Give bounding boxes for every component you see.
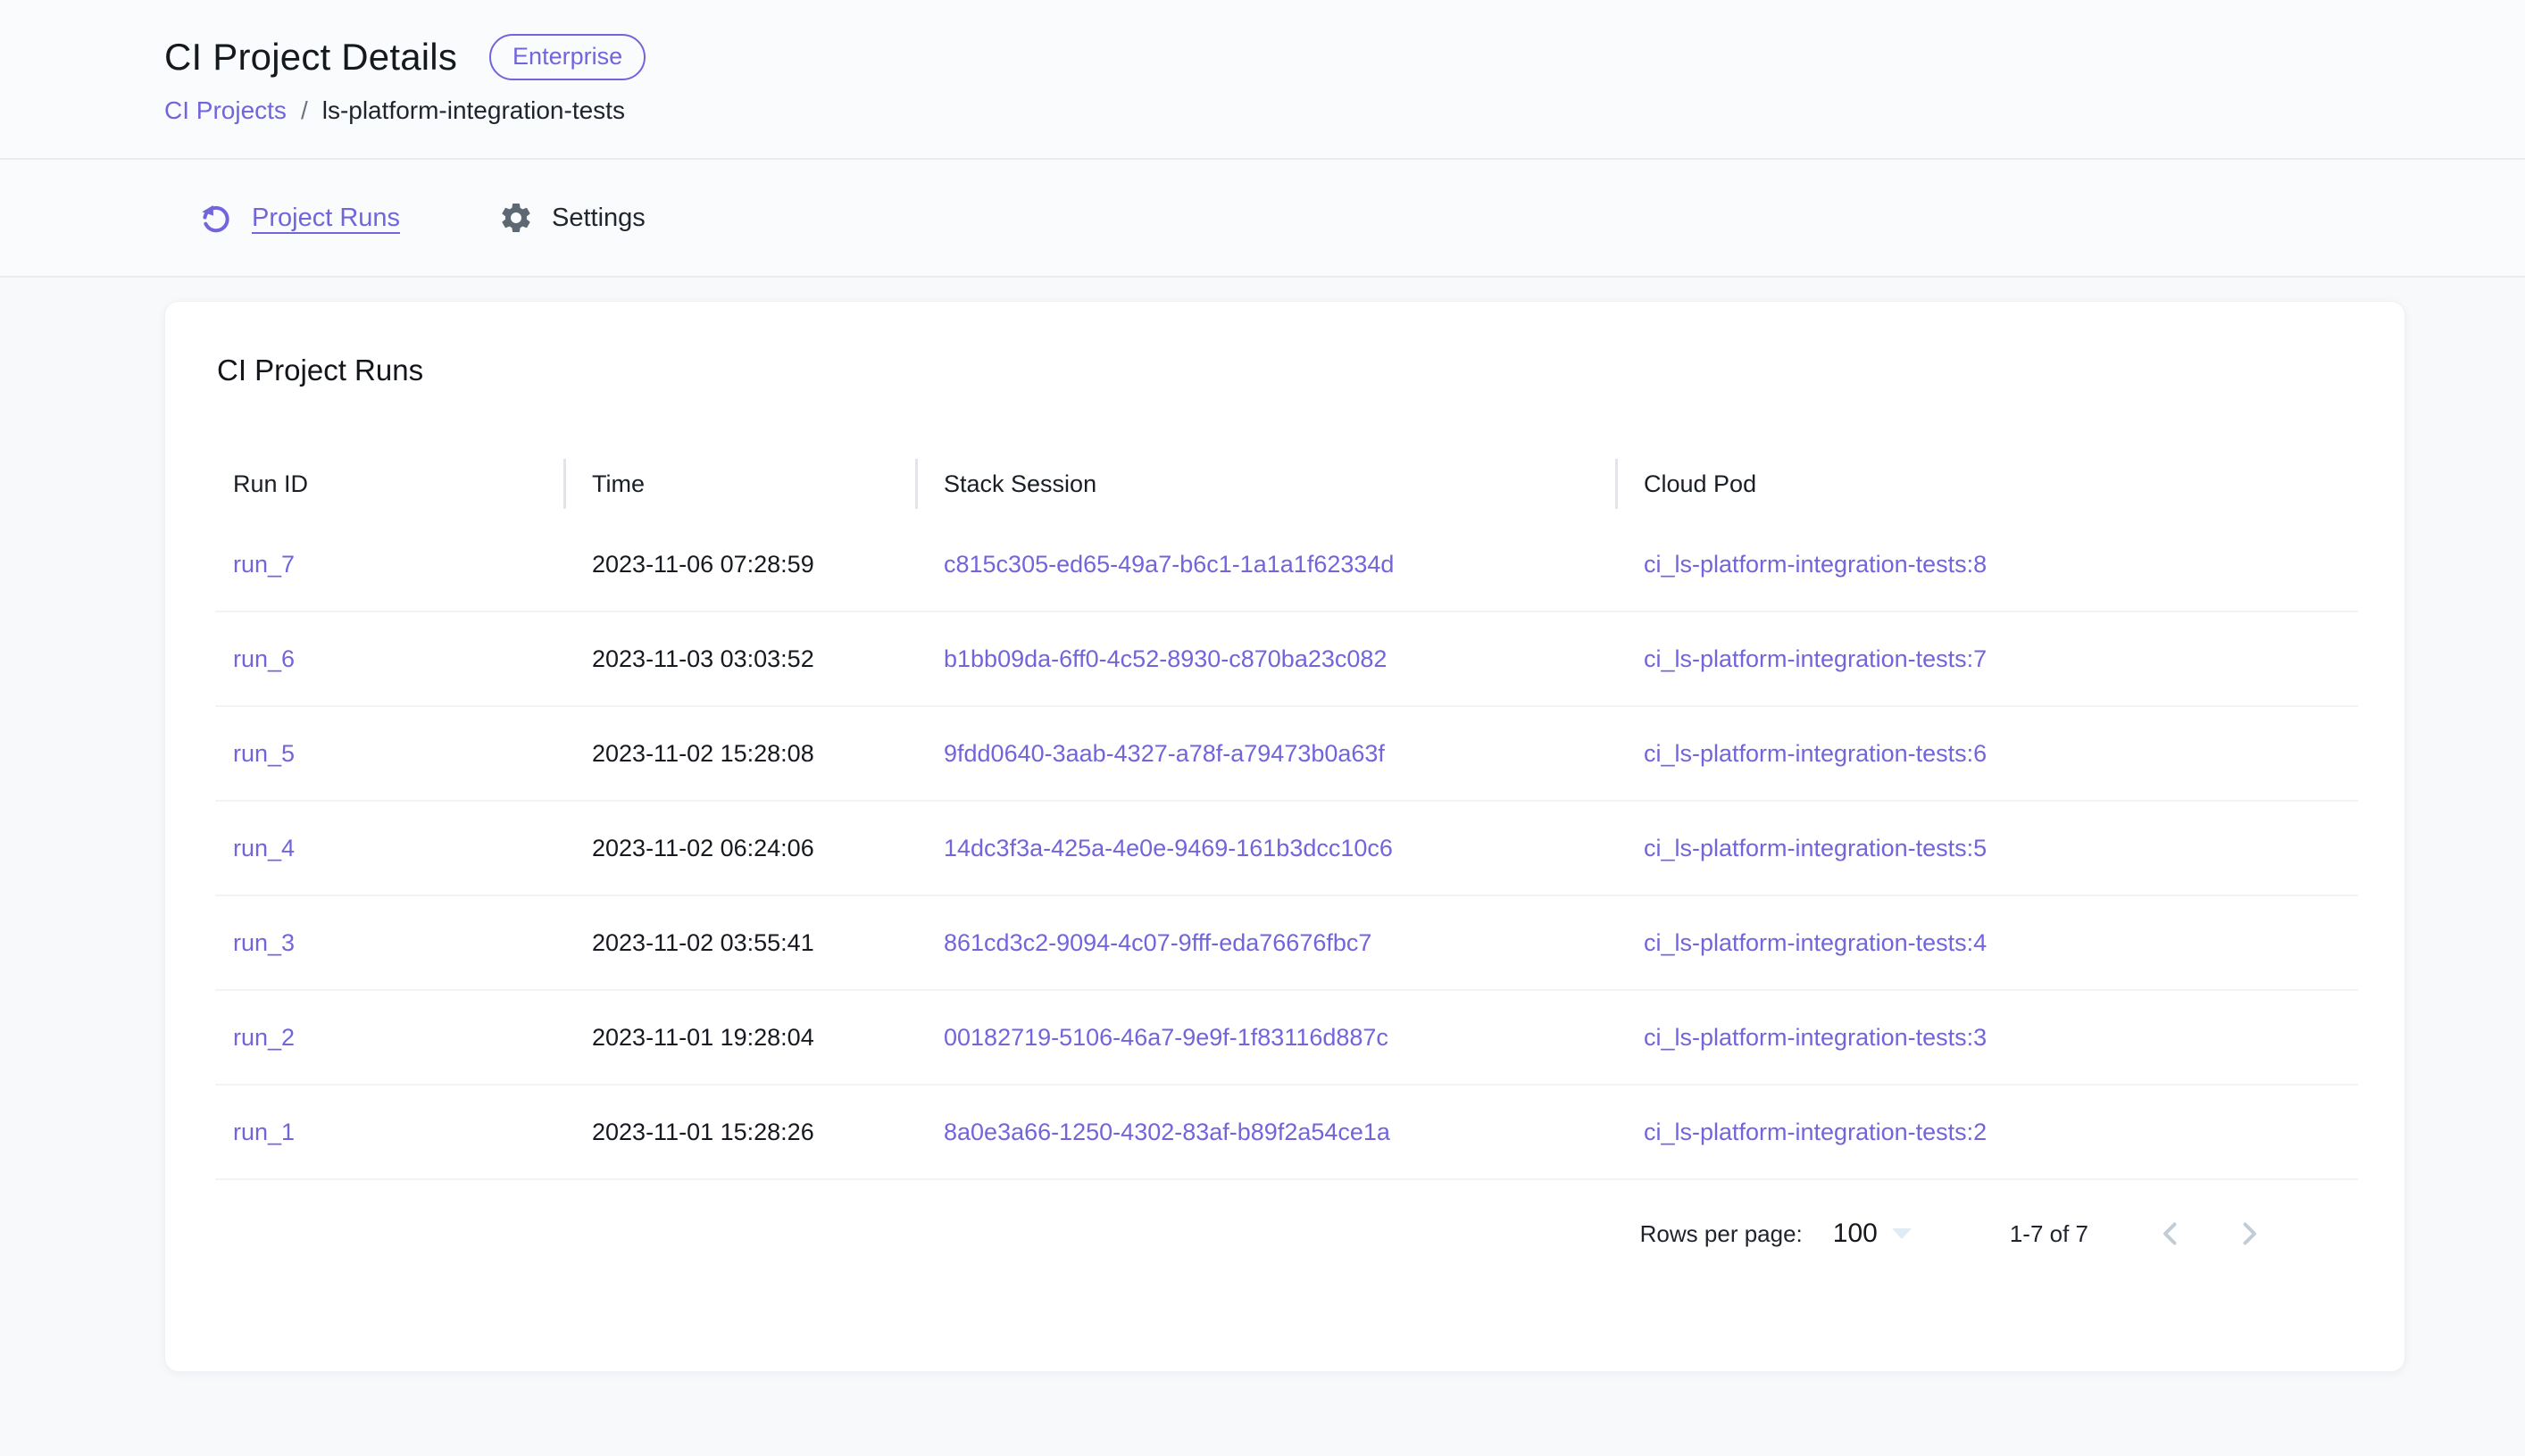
time-value: 2023-11-02 15:28:08 bbox=[592, 740, 814, 767]
stack-session-link[interactable]: 861cd3c2-9094-4c07-9fff-eda76676fbc7 bbox=[944, 929, 1371, 956]
time-value: 2023-11-01 19:28:04 bbox=[592, 1024, 814, 1051]
table-row: run_3 2023-11-02 03:55:41 861cd3c2-9094-… bbox=[215, 896, 2358, 991]
runs-table-body: run_7 2023-11-06 07:28:59 c815c305-ed65-… bbox=[215, 518, 2358, 1180]
stack-session-link[interactable]: 9fdd0640-3aab-4327-a78f-a79473b0a63f bbox=[944, 740, 1385, 767]
table-row: run_2 2023-11-01 19:28:04 00182719-5106-… bbox=[215, 991, 2358, 1086]
breadcrumb-current: ls-platform-integration-tests bbox=[322, 96, 625, 125]
gear-icon bbox=[498, 200, 534, 236]
column-header-stack-session: Stack Session bbox=[915, 470, 1615, 498]
run-id-link[interactable]: run_2 bbox=[233, 1024, 295, 1051]
history-icon bbox=[198, 200, 234, 236]
runs-table-header: Run ID Time Stack Session Cloud Pod bbox=[215, 450, 2358, 518]
tab-settings[interactable]: Settings bbox=[498, 200, 646, 236]
title-row: CI Project Details Enterprise bbox=[164, 34, 2525, 80]
rows-per-page-label: Rows per page: bbox=[1640, 1220, 1803, 1248]
stack-session-link[interactable]: 14dc3f3a-425a-4e0e-9469-161b3dcc10c6 bbox=[944, 835, 1393, 861]
previous-page-button[interactable] bbox=[2142, 1205, 2199, 1262]
tab-bar: Project Runs Settings bbox=[0, 160, 2525, 278]
stack-session-link[interactable]: 8a0e3a66-1250-4302-83af-b89f2a54ce1a bbox=[944, 1119, 1390, 1145]
time-value: 2023-11-02 06:24:06 bbox=[592, 835, 814, 861]
pagination: Rows per page: 100 1-7 of 7 bbox=[215, 1180, 2354, 1287]
time-value: 2023-11-01 15:28:26 bbox=[592, 1119, 814, 1145]
run-id-link[interactable]: run_4 bbox=[233, 835, 295, 861]
table-row: run_1 2023-11-01 15:28:26 8a0e3a66-1250-… bbox=[215, 1086, 2358, 1180]
cloud-pod-link[interactable]: ci_ls-platform-integration-tests:2 bbox=[1644, 1119, 1987, 1145]
runs-table: Run ID Time Stack Session Cloud Pod run_… bbox=[215, 450, 2358, 1180]
rows-per-page-value: 100 bbox=[1833, 1219, 1878, 1249]
tab-project-runs[interactable]: Project Runs bbox=[198, 200, 400, 236]
tab-project-runs-label: Project Runs bbox=[252, 204, 400, 233]
cloud-pod-link[interactable]: ci_ls-platform-integration-tests:8 bbox=[1644, 551, 1987, 578]
next-page-button[interactable] bbox=[2221, 1205, 2278, 1262]
stack-session-link[interactable]: c815c305-ed65-49a7-b6c1-1a1a1f62334d bbox=[944, 551, 1394, 578]
cloud-pod-link[interactable]: ci_ls-platform-integration-tests:7 bbox=[1644, 645, 1987, 672]
run-id-link[interactable]: run_5 bbox=[233, 740, 295, 767]
content-area: CI Project Runs Run ID Time Stack Sessio… bbox=[0, 278, 2525, 1456]
pagination-range: 1-7 of 7 bbox=[2010, 1220, 2088, 1248]
time-value: 2023-11-03 03:03:52 bbox=[592, 645, 814, 672]
cloud-pod-link[interactable]: ci_ls-platform-integration-tests:5 bbox=[1644, 835, 1987, 861]
breadcrumb-separator: / bbox=[301, 96, 308, 125]
stack-session-link[interactable]: 00182719-5106-46a7-9e9f-1f83116d887c bbox=[944, 1024, 1388, 1051]
breadcrumb: CI Projects / ls-platform-integration-te… bbox=[164, 96, 2525, 125]
column-header-run-id: Run ID bbox=[215, 470, 563, 498]
chevron-left-icon bbox=[2154, 1218, 2187, 1250]
enterprise-badge: Enterprise bbox=[489, 34, 646, 80]
table-row: run_4 2023-11-02 06:24:06 14dc3f3a-425a-… bbox=[215, 802, 2358, 896]
run-id-link[interactable]: run_6 bbox=[233, 645, 295, 672]
cloud-pod-link[interactable]: ci_ls-platform-integration-tests:4 bbox=[1644, 929, 1987, 956]
tab-settings-label: Settings bbox=[552, 204, 646, 233]
time-value: 2023-11-06 07:28:59 bbox=[592, 551, 814, 578]
page-title: CI Project Details bbox=[164, 36, 457, 79]
cloud-pod-link[interactable]: ci_ls-platform-integration-tests:6 bbox=[1644, 740, 1987, 767]
table-row: run_7 2023-11-06 07:28:59 c815c305-ed65-… bbox=[215, 518, 2358, 612]
ci-project-runs-card: CI Project Runs Run ID Time Stack Sessio… bbox=[164, 301, 2405, 1372]
run-id-link[interactable]: run_1 bbox=[233, 1119, 295, 1145]
time-value: 2023-11-02 03:55:41 bbox=[592, 929, 814, 956]
card-title: CI Project Runs bbox=[215, 354, 2354, 387]
stack-session-link[interactable]: b1bb09da-6ff0-4c52-8930-c870ba23c082 bbox=[944, 645, 1387, 672]
chevron-down-icon bbox=[1892, 1228, 1912, 1239]
table-row: run_6 2023-11-03 03:03:52 b1bb09da-6ff0-… bbox=[215, 612, 2358, 707]
table-row: run_5 2023-11-02 15:28:08 9fdd0640-3aab-… bbox=[215, 707, 2358, 802]
rows-per-page-select[interactable]: 100 bbox=[1833, 1219, 1912, 1249]
column-header-cloud-pod: Cloud Pod bbox=[1615, 470, 2358, 498]
cloud-pod-link[interactable]: ci_ls-platform-integration-tests:3 bbox=[1644, 1024, 1987, 1051]
run-id-link[interactable]: run_3 bbox=[233, 929, 295, 956]
page: CI Project Details Enterprise CI Project… bbox=[0, 0, 2525, 1456]
chevron-right-icon bbox=[2233, 1218, 2265, 1250]
column-header-time: Time bbox=[563, 470, 915, 498]
pager-buttons bbox=[2142, 1205, 2278, 1262]
breadcrumb-link-ci-projects[interactable]: CI Projects bbox=[164, 96, 287, 125]
page-header: CI Project Details Enterprise CI Project… bbox=[0, 0, 2525, 160]
run-id-link[interactable]: run_7 bbox=[233, 551, 295, 578]
